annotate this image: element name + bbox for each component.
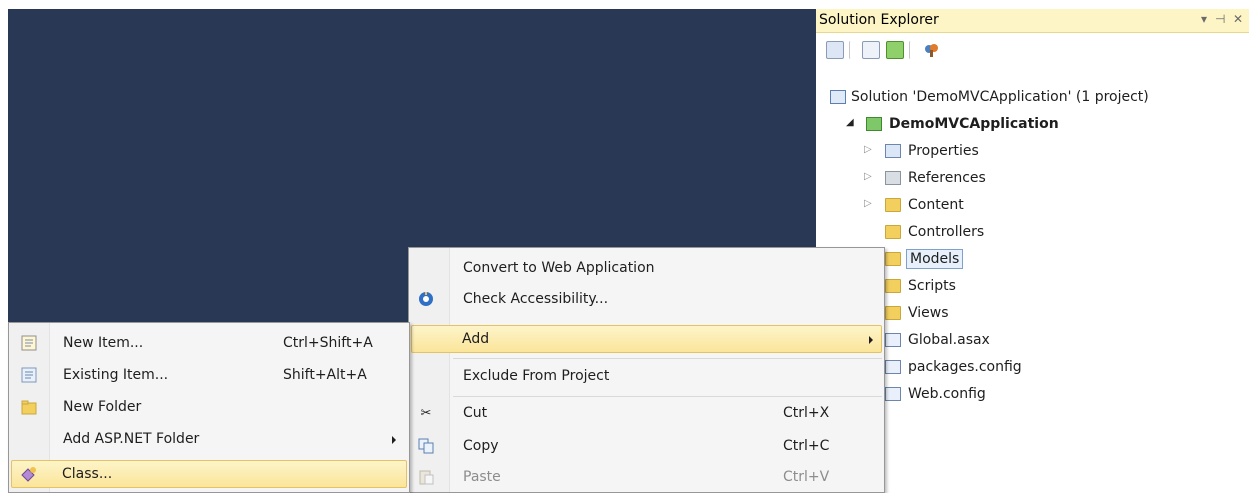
menu-item-label: Cut	[463, 405, 488, 421]
menu-item-label: Paste	[463, 469, 501, 485]
solution-explorer-title-bar: Solution Explorer ▾ ⊣ ✕	[816, 9, 1249, 33]
class-icon	[20, 466, 36, 482]
tree-item-label: Properties	[908, 143, 979, 159]
solution-icon	[830, 90, 846, 104]
add-submenu: New Item... Ctrl+Shift+A Existing Item..…	[8, 322, 410, 493]
collapsed-arrow-icon[interactable]: ▷	[864, 198, 872, 209]
tree-item-label: Scripts	[908, 278, 956, 294]
toolbar-separator	[849, 41, 852, 59]
menu-item-label: Check Accessibility...	[463, 291, 609, 307]
tree-item-label: Global.asax	[908, 332, 990, 348]
tree-item-label: Controllers	[908, 224, 985, 240]
collapsed-arrow-icon[interactable]: ▷	[864, 144, 872, 155]
menu-item-exclude-from-project[interactable]: Exclude From Project	[411, 363, 882, 391]
menu-item-class[interactable]: Class...	[11, 460, 407, 488]
submenu-arrow-icon	[869, 336, 873, 344]
tree-item-label: packages.config	[908, 359, 1022, 375]
menu-item-label: Exclude From Project	[463, 368, 610, 384]
menu-item-check-accessibility[interactable]: Check Accessibility...	[411, 286, 882, 314]
toolbar-separator	[909, 41, 912, 59]
config-file-icon	[885, 387, 901, 401]
menu-item-paste[interactable]: Paste Ctrl+V	[411, 464, 882, 492]
config-file-icon	[885, 360, 901, 374]
menu-item-label: New Folder	[63, 399, 142, 415]
tree-item-label: DemoMVCApplication	[889, 116, 1059, 132]
menu-item-shortcut: Ctrl+C	[783, 438, 830, 454]
tree-item-label: Models	[906, 249, 964, 269]
show-all-files-icon[interactable]	[862, 41, 880, 59]
tree-item-label: References	[908, 170, 986, 186]
menu-item-shortcut: Ctrl+V	[783, 469, 830, 485]
expanded-arrow-icon[interactable]: ◢	[846, 117, 854, 128]
global-asax-icon	[885, 333, 901, 347]
scissors-icon: ✂	[420, 405, 432, 421]
menu-item-add[interactable]: Add	[411, 325, 882, 353]
menu-item-shortcut: Ctrl+Shift+A	[283, 335, 373, 351]
menu-item-copy[interactable]: Copy Ctrl+C	[411, 433, 882, 461]
existing-item-icon	[21, 367, 37, 383]
menu-item-label: New Item...	[63, 335, 144, 351]
new-item-icon	[21, 335, 37, 351]
menu-item-new-folder[interactable]: New Folder	[11, 394, 407, 422]
tree-item-label: Solution 'DemoMVCApplication' (1 project…	[851, 89, 1149, 105]
menu-item-label: Add	[462, 331, 490, 347]
menu-separator	[453, 396, 882, 397]
new-folder-icon	[21, 399, 37, 415]
paste-icon	[418, 469, 434, 485]
menu-separator	[453, 358, 882, 359]
csharp-project-icon	[866, 117, 882, 131]
pin-icon[interactable]: ⊣	[1215, 12, 1225, 26]
tree-item-label: Web.config	[908, 386, 986, 402]
menu-item-new-item[interactable]: New Item... Ctrl+Shift+A	[11, 330, 407, 358]
class-diagram-icon[interactable]	[922, 41, 940, 59]
context-menu: Convert to Web Application Check Accessi…	[408, 247, 885, 493]
menu-item-add-aspnet-folder[interactable]: Add ASP.NET Folder	[11, 426, 407, 454]
menu-item-convert-to-web-application[interactable]: Convert to Web Application	[411, 255, 882, 283]
references-icon	[885, 171, 901, 185]
menu-item-cut[interactable]: ✂ Cut Ctrl+X	[411, 400, 882, 428]
folder-icon	[885, 279, 901, 293]
menu-item-shortcut: Shift+Alt+A	[283, 367, 367, 383]
folder-icon	[885, 198, 901, 212]
dropdown-icon[interactable]: ▾	[1201, 12, 1207, 26]
properties-folder-icon	[885, 144, 901, 158]
menu-item-label: Copy	[463, 438, 499, 454]
folder-icon	[885, 225, 901, 239]
menu-item-label: Convert to Web Application	[463, 260, 655, 276]
properties-icon[interactable]	[826, 41, 844, 59]
close-icon[interactable]: ✕	[1233, 12, 1243, 26]
collapsed-arrow-icon[interactable]: ▷	[864, 171, 872, 182]
submenu-arrow-icon	[392, 436, 396, 444]
menu-item-shortcut: Ctrl+X	[783, 405, 830, 421]
folder-icon	[885, 252, 901, 266]
accessibility-icon	[418, 291, 434, 307]
folder-icon	[885, 306, 901, 320]
menu-item-label: Class...	[62, 466, 113, 482]
refresh-icon[interactable]	[886, 41, 904, 59]
tree-item-label: Views	[908, 305, 949, 321]
tree-item-label: Content	[908, 197, 964, 213]
panel-title: Solution Explorer	[819, 12, 939, 28]
menu-item-label: Existing Item...	[63, 367, 169, 383]
menu-item-existing-item[interactable]: Existing Item... Shift+Alt+A	[11, 362, 407, 390]
solution-explorer-toolbar	[816, 35, 1249, 63]
copy-icon	[418, 438, 434, 454]
menu-item-label: Add ASP.NET Folder	[63, 431, 200, 447]
